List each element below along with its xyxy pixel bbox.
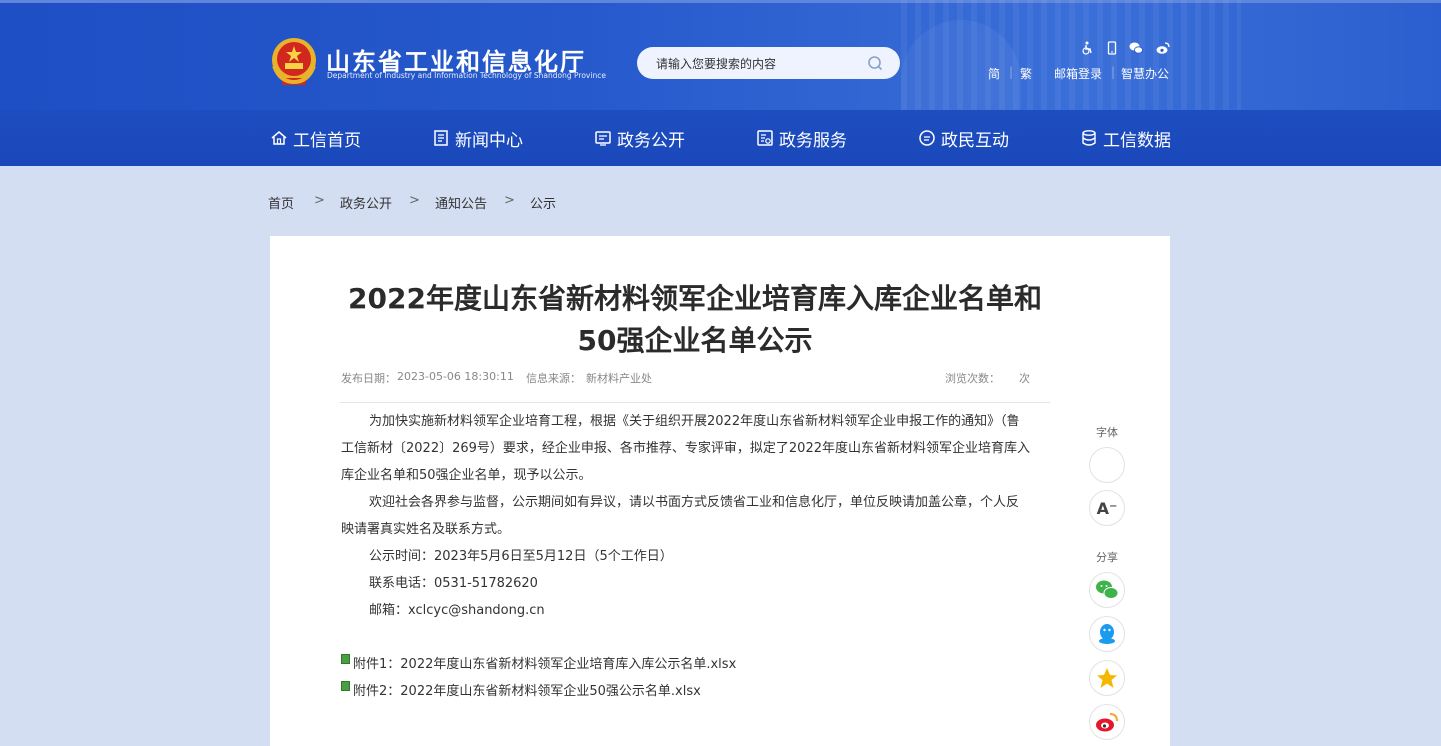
article-title-line: 2022年度山东省新材料领军企业培育库入库企业名单和 [348, 282, 1042, 315]
breadcrumb-separator: > [314, 193, 325, 208]
national-emblem-icon[interactable] [270, 36, 318, 88]
wechat-share-icon [1096, 580, 1119, 599]
nav-label: 政务公开 [617, 130, 685, 151]
paragraph-line: 欢迎社会各界参与监督，公示期间如有异议，请以书面方式反馈省工业和信息化厅，单位反… [369, 495, 1020, 510]
site-header: 山东省工业和信息化厅 Department of Industry and In… [0, 0, 1441, 166]
share-weibo-button[interactable] [1089, 704, 1125, 740]
breadcrumb-separator: > [504, 193, 515, 208]
share-qzone-button[interactable] [1089, 660, 1125, 696]
nav-label: 工信数据 [1103, 130, 1171, 151]
chat-icon [919, 130, 935, 146]
search-icon[interactable] [867, 55, 883, 71]
nav-item-home[interactable]: 工信首页 [270, 126, 361, 151]
contact-email: 邮箱：xclcyc@shandong.cn [369, 603, 545, 618]
share-qq-button[interactable] [1089, 616, 1125, 652]
mail-login-link[interactable]: 邮箱登录 [1054, 65, 1102, 82]
news-icon [434, 130, 448, 146]
breadcrumb-home[interactable]: 首页 [268, 193, 294, 212]
nav-label: 工信首页 [293, 130, 361, 151]
excel-file-icon [341, 680, 350, 691]
wechat-icon[interactable] [1129, 41, 1143, 55]
breadcrumb-open-gov[interactable]: 政务公开 [340, 193, 392, 212]
nav-label: 新闻中心 [455, 130, 523, 151]
attachment-label[interactable]: 附件2：2022年度山东省新材料领军企业50强公示名单.xlsx [353, 680, 701, 699]
nav-item-open-gov[interactable]: 政务公开 [594, 126, 685, 151]
paragraph-line: 为加快实施新材料领军企业培育工程，根据《关于组织开展2022年度山东省新材料领军… [369, 414, 1020, 429]
link-separator: | [1009, 65, 1014, 79]
nav-item-news[interactable]: 新闻中心 [432, 126, 523, 151]
meta-divider [340, 402, 1050, 403]
link-separator: | [1111, 65, 1116, 79]
source-label: 信息来源： [526, 372, 581, 385]
views-label: 浏览次数： [945, 372, 1000, 385]
open-gov-icon [595, 131, 611, 146]
publish-date: 2023-05-06 18:30:11 [397, 370, 514, 383]
font-decrease-button[interactable]: A⁻ [1089, 490, 1125, 526]
traditional-link[interactable]: 繁 [1020, 65, 1032, 82]
publicity-time: 公示时间：2023年5月6日至5月12日（5个工作日） [369, 549, 673, 564]
nav-item-interaction[interactable]: 政民互动 [918, 126, 1009, 151]
weibo-icon[interactable] [1156, 41, 1170, 55]
nav-label: 政民互动 [941, 130, 1009, 151]
breadcrumb-separator: > [409, 193, 420, 208]
mobile-icon[interactable] [1105, 41, 1119, 55]
site-name-english: Department of Industry and Information T… [327, 71, 606, 80]
font-increase-button[interactable] [1089, 447, 1125, 483]
service-icon [757, 130, 773, 146]
font-size-label: 字体 [1096, 426, 1118, 439]
main-nav: 工信首页 新闻中心 政务公开 政务服务 政民互动 工信数据 [0, 110, 1441, 166]
nav-item-service[interactable]: 政务服务 [756, 126, 847, 151]
paragraph-line: 工信新材〔2022〕269号）要求，经企业申报、各市推荐、专家评审，拟定了202… [341, 441, 1030, 456]
excel-file-icon [341, 653, 350, 664]
paragraph-line: 库企业名单和50强企业名单，现予以公示。 [341, 468, 592, 483]
weibo-share-icon [1096, 713, 1118, 732]
paragraph-line: 映请署真实姓名及联系方式。 [341, 522, 511, 537]
attachment-link[interactable]: 附件1：2022年度山东省新材料领军企业培育库入库公示名单.xlsx [341, 653, 736, 672]
attachment-link[interactable]: 附件2：2022年度山东省新材料领军企业50强公示名单.xlsx [341, 680, 701, 699]
qzone-share-icon [1097, 668, 1117, 688]
qq-share-icon [1099, 624, 1115, 644]
search-box[interactable]: 请输入您要搜索的内容 [637, 47, 900, 79]
search-input[interactable]: 请输入您要搜索的内容 [656, 55, 776, 72]
source-value: 新材料产业处 [586, 372, 652, 385]
simplified-link[interactable]: 简 [988, 65, 1000, 82]
attachment-label[interactable]: 附件1：2022年度山东省新材料领军企业培育库入库公示名单.xlsx [353, 653, 736, 672]
smart-office-link[interactable]: 智慧办公 [1121, 65, 1169, 82]
publish-date-label: 发布日期： [341, 372, 396, 385]
wheelchair-icon[interactable] [1080, 41, 1094, 55]
article-title: 2022年度山东省新材料领军企业培育库入库企业名单和 50强企业名单公示 [300, 278, 1090, 362]
share-label: 分享 [1096, 551, 1118, 564]
database-icon [1082, 130, 1096, 146]
home-icon [271, 131, 287, 145]
share-wechat-button[interactable] [1089, 572, 1125, 608]
nav-item-data[interactable]: 工信数据 [1080, 126, 1171, 151]
breadcrumb-notices[interactable]: 通知公告 [435, 193, 487, 212]
article-title-line: 50强企业名单公示 [577, 324, 813, 357]
nav-label: 政务服务 [779, 130, 847, 151]
breadcrumb-publicity[interactable]: 公示 [530, 193, 556, 212]
contact-phone: 联系电话：0531-51782620 [369, 576, 538, 591]
views-unit: 次 [1019, 372, 1030, 385]
